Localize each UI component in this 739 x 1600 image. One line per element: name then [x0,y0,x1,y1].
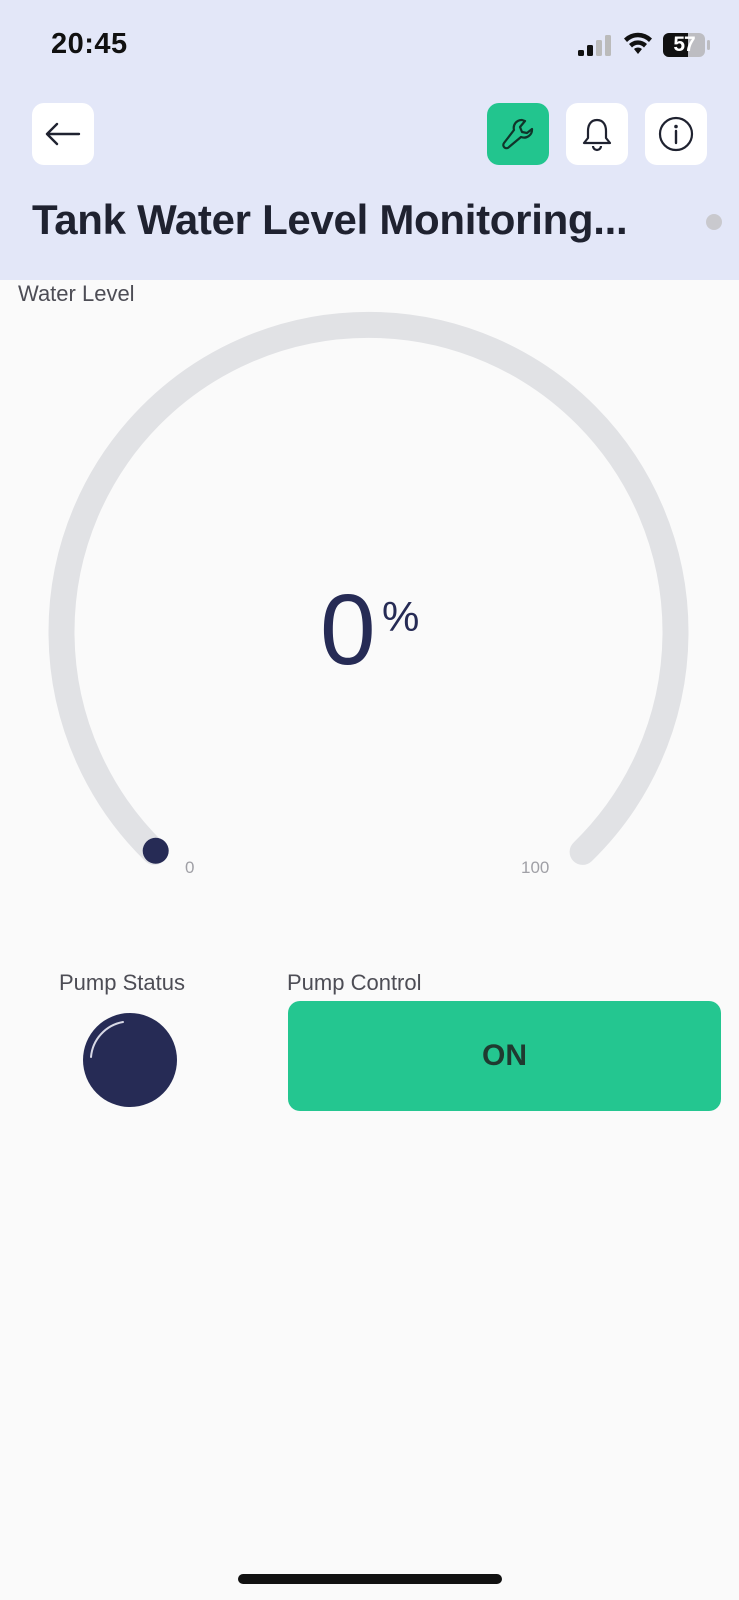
gauge-indicator [142,837,169,864]
led-highlight [90,1021,124,1058]
pump-control-state: ON [482,1039,527,1072]
pump-status-label: Pump Status [59,970,185,995]
info-icon [658,116,694,152]
arrow-left-icon [45,122,81,146]
info-button[interactable] [645,103,707,165]
wrench-icon [502,118,534,150]
pump-control-label: Pump Control [287,970,422,995]
wifi-icon [624,32,652,54]
cellular-signal-icon [578,35,611,56]
page-title: Tank Water Level Monitoring... [32,196,628,243]
device-status-dot [706,214,722,230]
battery-level: 57 [673,33,695,56]
status-bar: 20:45 57 [0,0,739,90]
home-indicator[interactable] [238,1574,502,1584]
gauge-max-label: 100 [521,858,550,877]
bell-icon [582,118,612,152]
gauge-min-label: 0 [185,858,195,877]
notifications-button[interactable] [566,103,628,165]
pump-control-switch[interactable]: ON [288,1001,721,1111]
gauge-unit: % [382,593,420,640]
status-time: 20:45 [51,28,128,60]
back-button[interactable] [32,103,94,165]
gauge-value: 0 [320,574,376,686]
settings-wrench-button[interactable] [487,103,549,165]
pump-status-led [83,1013,177,1107]
